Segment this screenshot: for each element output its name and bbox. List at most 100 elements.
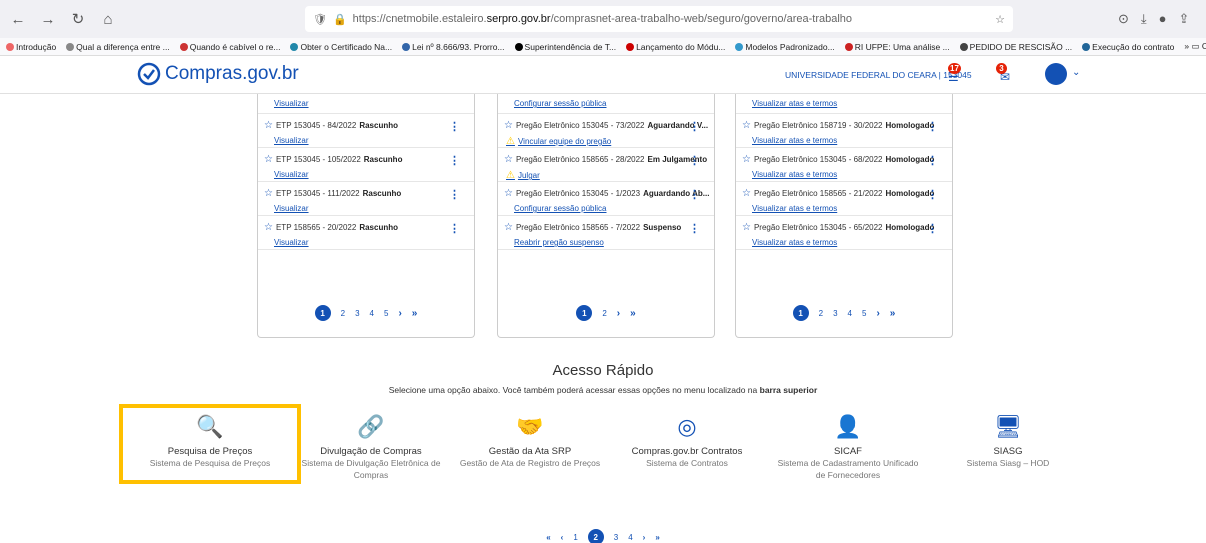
star-icon[interactable]: ☆ [264, 188, 273, 199]
star-icon[interactable]: ☆ [504, 120, 513, 131]
action-link[interactable]: Visualizar [274, 238, 309, 247]
kebab-menu-icon[interactable]: ⋮ [689, 154, 700, 167]
action-link[interactable]: Visualizar [274, 99, 309, 108]
next-page-icon[interactable]: › [876, 308, 879, 319]
action-link[interactable]: ⚠ Julgar [506, 170, 540, 181]
page-link[interactable]: 4 [370, 309, 374, 318]
action-link[interactable]: Visualizar [274, 170, 309, 179]
kebab-menu-icon[interactable]: ⋮ [689, 188, 700, 201]
compras-logo-icon: ◎ [677, 414, 697, 439]
bookmark-item[interactable]: Execução do contrato [1082, 42, 1174, 52]
bookmark-item[interactable]: PEDIDO DE RESCISÃO ... [959, 42, 1072, 52]
org-selector[interactable]: UNIVERSIDADE FEDERAL DO CEARA | 153045 [785, 70, 972, 80]
action-link[interactable]: Configurar sessão pública [514, 204, 607, 213]
page-link[interactable]: 1 [792, 305, 809, 321]
other-bookmarks[interactable]: » ▭ Outros favoritos [1184, 41, 1206, 52]
kebab-menu-icon[interactable]: ⋮ [927, 154, 938, 167]
bookmark-item[interactable]: RI UFPE: Uma análise ... [844, 42, 950, 52]
kebab-menu-icon[interactable]: ⋮ [449, 120, 460, 133]
star-icon[interactable]: ☆ [742, 120, 751, 131]
page-link[interactable]: 5 [384, 309, 388, 318]
last-page-icon[interactable]: » [655, 533, 659, 542]
action-link[interactable]: Reabrir pregão suspenso [514, 238, 604, 247]
action-link[interactable]: Visualizar [274, 136, 309, 145]
quick-access-item[interactable]: 👤 SICAF Sistema de Cadastramento Unificado… [773, 412, 923, 481]
kebab-menu-icon[interactable]: ⋮ [689, 222, 700, 235]
next-page-icon[interactable]: › [398, 308, 401, 319]
action-link[interactable]: Visualizar atas e termos [752, 170, 837, 179]
page-link[interactable]: 4 [848, 309, 852, 318]
reload-icon[interactable]: ↻ [68, 10, 88, 28]
bookmark-item[interactable]: Modelos Padronizado... [735, 42, 835, 52]
star-icon[interactable]: ☆ [504, 188, 513, 199]
page-link[interactable]: 3 [614, 533, 618, 542]
chevron-down-icon[interactable]: ⌄ [1072, 67, 1080, 78]
page-link[interactable]: 4 [628, 533, 632, 542]
action-link[interactable]: Visualizar atas e termos [752, 204, 837, 213]
star-icon[interactable]: ☆ [264, 120, 273, 131]
forward-icon[interactable]: → [38, 11, 58, 28]
star-icon[interactable]: ☆ [504, 222, 513, 233]
bookmark-item[interactable]: Lançamento do Módu... [626, 42, 725, 52]
process-card: Configurar sessão pública ☆ Pregão Eletrôn… [497, 94, 715, 338]
star-icon[interactable]: ☆ [264, 154, 273, 165]
url-bar[interactable]: 🛡 🔒 https://cnetmobile.estaleiro.serpro.… [305, 6, 1013, 32]
action-link[interactable]: Visualizar atas e termos [752, 238, 837, 247]
kebab-menu-icon[interactable]: ⋮ [927, 222, 938, 235]
action-link[interactable]: Visualizar atas e termos [752, 136, 837, 145]
page-link[interactable]: 2 [602, 309, 606, 318]
star-icon[interactable]: ☆ [742, 154, 751, 165]
action-link[interactable]: Visualizar atas e termos [752, 99, 837, 108]
kebab-menu-icon[interactable]: ⋮ [449, 188, 460, 201]
list-item: ☆ ETP 158565 - 20/2022 Rascunho Visualizar… [258, 216, 474, 250]
bookmark-item[interactable]: Quando é cabível o re... [179, 42, 280, 52]
bookmark-star-icon[interactable]: ☆ [995, 13, 1005, 26]
star-icon[interactable]: ☆ [504, 154, 513, 165]
page-link[interactable]: 1 [576, 305, 593, 321]
kebab-menu-icon[interactable]: ⋮ [449, 222, 460, 235]
last-page-icon[interactable]: » [890, 308, 896, 319]
bookmark-item[interactable]: Obter o Certificado Na... [290, 42, 392, 52]
kebab-menu-icon[interactable]: ⋮ [449, 154, 460, 167]
bookmark-item[interactable]: Superintendência de T... [514, 42, 616, 52]
next-page-icon[interactable]: › [617, 308, 620, 319]
page-link[interactable]: 2 [587, 529, 604, 543]
page-link[interactable]: 1 [573, 533, 577, 542]
quick-access-item[interactable]: ◎ Compras.gov.br Contratos Sistema de Cont… [612, 412, 762, 469]
quick-access-item[interactable]: 🖥 SIASG Sistema Siasg – HOD [933, 412, 1083, 469]
quick-access-item[interactable]: 🤝 Gestão da Ata SRP Gestão de Ata de Regis… [455, 412, 605, 469]
action-link[interactable]: ⚠ Vincular equipe do pregão [506, 136, 611, 147]
page-link[interactable]: 2 [819, 309, 823, 318]
kebab-menu-icon[interactable]: ⋮ [927, 188, 938, 201]
page-link[interactable]: 2 [341, 309, 345, 318]
star-icon[interactable]: ☆ [264, 222, 273, 233]
home-icon[interactable]: ⌂ [98, 11, 118, 28]
last-page-icon[interactable]: » [630, 308, 636, 319]
page-link[interactable]: 5 [862, 309, 866, 318]
star-icon[interactable]: ☆ [742, 188, 751, 199]
page-link[interactable]: 1 [314, 305, 331, 321]
quick-access-item[interactable]: 🔍 Pesquisa de Preços Sistema de Pesquisa d… [135, 412, 285, 469]
last-page-icon[interactable]: » [412, 308, 418, 319]
quick-access-desc: Sistema de Divulgação Eletrônica de Comp… [301, 458, 441, 480]
back-icon[interactable]: ← [8, 11, 28, 28]
kebab-menu-icon[interactable]: ⋮ [927, 120, 938, 133]
first-page-icon[interactable]: « [546, 533, 550, 542]
notif-badge: 17 [948, 63, 961, 74]
quick-access-item[interactable]: 🔗 Divulgação de Compras Sistema de Divulga… [296, 412, 446, 481]
site-logo[interactable]: Compras.gov.br [137, 62, 299, 86]
bookmark-item[interactable]: Qual a diferença entre ... [66, 42, 170, 52]
star-icon[interactable]: ☆ [742, 222, 751, 233]
action-link[interactable]: Visualizar [274, 204, 309, 213]
bookmark-item[interactable]: Lei nº 8.666/93. Prorro... [402, 42, 505, 52]
prev-page-icon[interactable]: ‹ [561, 533, 564, 542]
user-avatar-icon[interactable] [1045, 63, 1067, 85]
bookmark-item[interactable]: Introdução [6, 42, 56, 52]
page-link[interactable]: 3 [355, 309, 359, 318]
action-link[interactable]: Configurar sessão pública [514, 99, 607, 108]
toolbar-icons[interactable]: ⊙⤓●⇪ [1118, 11, 1201, 27]
kebab-menu-icon[interactable]: ⋮ [689, 120, 700, 133]
list-item: ☆ ETP 153045 - 111/2022 Rascunho Visualiza… [258, 182, 474, 216]
next-page-icon[interactable]: › [643, 533, 646, 542]
page-link[interactable]: 3 [833, 309, 837, 318]
